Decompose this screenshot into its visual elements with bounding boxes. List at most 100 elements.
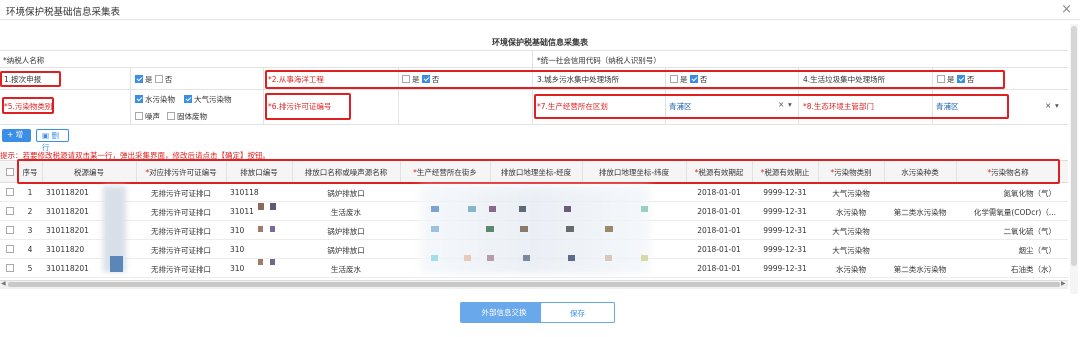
- q8-select[interactable]: 青浦区: [936, 101, 959, 112]
- q4-yes-checkbox[interactable]: [937, 75, 945, 83]
- q2-options: 是 否: [402, 74, 439, 85]
- select-all-checkbox[interactable]: [6, 168, 14, 176]
- close-icon[interactable]: ×: [1061, 2, 1072, 17]
- table-cell: 大气污染物: [832, 227, 870, 236]
- form-border: [0, 50, 1068, 51]
- pollutant-air-checkbox[interactable]: [184, 95, 192, 103]
- table-cell: 2018-01-01: [697, 245, 741, 254]
- table-cell: 1: [27, 188, 33, 197]
- table-cell: 无排污许可证排口: [151, 265, 211, 274]
- table-cell: 5: [27, 264, 33, 273]
- add-row-button[interactable]: + 增行: [2, 129, 31, 151]
- redaction-mark: [110, 256, 123, 272]
- highlight-box: [17, 159, 1060, 184]
- scrollbar-thumb[interactable]: [8, 282, 1060, 287]
- dialog-title: 环境保护税基础信息采集表: [6, 7, 121, 18]
- form-divider: [263, 67, 264, 124]
- external-exchange-button[interactable]: 外部信息交换: [460, 302, 548, 323]
- row-checkbox[interactable]: [6, 245, 14, 253]
- q5-label: *5.污染物类别: [4, 102, 53, 111]
- redaction-mark: [523, 255, 530, 261]
- q3-yes-checkbox[interactable]: [670, 75, 678, 83]
- row-checkbox[interactable]: [6, 226, 14, 234]
- scroll-right-icon[interactable]: ▶: [1061, 280, 1066, 287]
- redaction-blur: [420, 186, 650, 274]
- delete-row-button[interactable]: ▣ 删行: [36, 129, 69, 152]
- q7-clear-icon[interactable]: ×: [778, 100, 784, 109]
- q3-no-label: 否: [699, 75, 708, 84]
- q7-chevron-down-icon[interactable]: ▾: [788, 100, 792, 109]
- table-cell: 第二类水污染物: [893, 265, 947, 274]
- redaction-mark: [431, 255, 438, 261]
- table-cell: 9999-12-31: [763, 207, 807, 216]
- q1-no-checkbox[interactable]: [154, 75, 163, 83]
- q1-options: 是 否: [135, 74, 172, 85]
- redaction-mark: [270, 259, 275, 265]
- redaction-mark: [486, 226, 494, 232]
- pollutant-solid-checkbox[interactable]: [167, 112, 175, 120]
- q3-no-checkbox[interactable]: [689, 75, 698, 83]
- pollutant-air: 大气污染物: [184, 94, 232, 105]
- table-cell: 3: [27, 226, 33, 235]
- table-cell: 第二类水污染物: [893, 208, 947, 217]
- table-cell: 2018-01-01: [697, 226, 741, 235]
- table-cell: 锅炉排放口: [327, 246, 365, 255]
- pollutant-noise-label: 噪声: [145, 112, 160, 121]
- q4-label: 4.生活垃圾集中处理场所: [803, 75, 886, 84]
- pollutant-noise: 噪声: [135, 111, 160, 122]
- pollutant-air-label: 大气污染物: [194, 95, 232, 104]
- q8-chevron-down-icon[interactable]: ▾: [1055, 101, 1059, 110]
- redaction-mark: [605, 255, 612, 261]
- row-checkbox[interactable]: [6, 188, 14, 196]
- q7-select[interactable]: 青浦区: [669, 101, 692, 112]
- redaction-mark: [258, 226, 263, 232]
- redaction-mark: [270, 226, 275, 232]
- table-cell: 310: [230, 245, 245, 254]
- pollutant-water-checkbox[interactable]: [135, 95, 143, 103]
- redaction-mark: [520, 226, 528, 232]
- q1-yes-checkbox[interactable]: [135, 75, 143, 83]
- q4-no-label: 否: [966, 75, 975, 84]
- row-checkbox[interactable]: [6, 264, 14, 272]
- save-button[interactable]: 保存: [540, 302, 615, 323]
- row-checkbox[interactable]: [6, 207, 14, 215]
- table-cell: 二氧化硫（气）: [1003, 227, 1057, 236]
- q6-label: *6.排污许可证编号: [268, 102, 332, 111]
- q4-yes-label: 是: [947, 75, 955, 84]
- q2-no-checkbox[interactable]: [421, 75, 430, 83]
- table-cell: 310: [230, 264, 245, 273]
- q4-no-checkbox[interactable]: [956, 75, 965, 83]
- pollutant-noise-checkbox[interactable]: [135, 112, 143, 120]
- q8-clear-icon[interactable]: ×: [1045, 101, 1051, 110]
- q1-yes-label: 是: [145, 75, 153, 84]
- table-cell: 水污染物: [836, 265, 866, 274]
- table-cell: 石油类（水）: [1011, 265, 1056, 274]
- form-divider: [0, 89, 1068, 90]
- q3-options: 是 否: [670, 74, 707, 85]
- redaction-mark: [487, 255, 494, 261]
- redaction-mark: [641, 255, 648, 261]
- redaction-mark: [468, 206, 476, 212]
- table-cell: 4: [27, 245, 33, 254]
- redaction-mark: [641, 206, 648, 212]
- q2-yes-checkbox[interactable]: [402, 75, 410, 83]
- form-divider: [130, 67, 131, 124]
- table-cell: 9999-12-31: [763, 226, 807, 235]
- redaction-mark: [464, 255, 471, 261]
- vertical-scrollbar-thumb[interactable]: [1071, 26, 1077, 266]
- redaction-mark: [605, 226, 613, 232]
- table-cell: 2018-01-01: [697, 207, 741, 216]
- scroll-left-icon[interactable]: ◀: [1, 280, 6, 287]
- form-divider: [0, 124, 1068, 125]
- redaction-mark: [568, 255, 575, 261]
- trash-icon: ▣: [42, 131, 50, 140]
- redaction-mark: [270, 203, 276, 210]
- q3-label: 3.城乡污水集中处理场所: [537, 75, 620, 84]
- table-cell: 310118: [230, 188, 259, 197]
- table-cell: 锅炉排放口: [327, 189, 365, 198]
- pollutant-water-label: 水污染物: [145, 95, 175, 104]
- q8-label: *8.生态环境主管部门: [803, 102, 874, 111]
- redaction-mark: [258, 203, 264, 210]
- table-cell: 2018-01-01: [697, 188, 741, 197]
- table-cell: 大气污染物: [832, 246, 870, 255]
